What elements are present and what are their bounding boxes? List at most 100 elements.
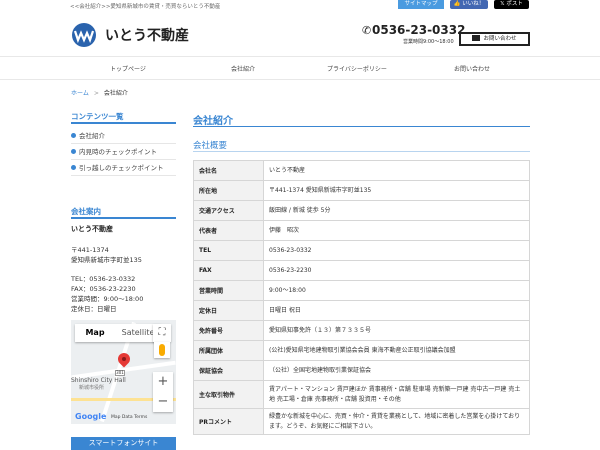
sidebar-item-company[interactable]: 会社紹介	[71, 128, 176, 144]
table-row: 会社名 いとう不動産	[193, 160, 530, 181]
zoom-control: + −	[153, 372, 173, 412]
info-address: 愛知県新城市字町並135	[71, 256, 142, 264]
row-key: 営業時間	[193, 280, 264, 301]
post-label: ポスト	[506, 1, 523, 7]
street-view-pegman-icon[interactable]	[154, 342, 170, 358]
row-key: TEL	[193, 240, 264, 261]
table-row: 営業時間 9:00～18:00	[193, 280, 530, 301]
row-value: 愛知県知事免許（１３）第７３３５号	[263, 320, 530, 341]
google-map[interactable]: Shinshiro City Hall 新城市役所 301 Map Satell…	[71, 320, 176, 424]
table-row: 定休日 日曜日 祝日	[193, 300, 530, 321]
contents-list-title: コンテンツ一覧	[71, 112, 124, 121]
route-shield: 301	[115, 370, 125, 376]
google-logo: Google	[75, 412, 107, 421]
row-key: 会社名	[193, 160, 264, 181]
table-row: 保証協会 （公社）全国宅地建物取引業保証協会	[193, 360, 530, 381]
row-value: 0536-23-2230	[263, 260, 530, 281]
row-key: 所属団体	[193, 340, 264, 361]
sidebar-item-viewing-checkpoints[interactable]: 内見時のチェックポイント	[71, 144, 176, 160]
section-title-underline	[193, 151, 530, 152]
row-value: 9:00～18:00	[263, 280, 530, 301]
row-key: PRコメント	[193, 408, 264, 435]
map-place-label: Shinshiro City Hall	[71, 377, 126, 384]
sidebar-item-label: 会社紹介	[79, 132, 105, 140]
row-key: 交通アクセス	[193, 200, 264, 221]
company-profile-table: 会社名 いとう不動産 所在地 〒441-1374 愛知県新城市字町並135 交通アク…	[193, 160, 530, 435]
row-key: 定休日	[193, 300, 264, 321]
fullscreen-icon[interactable]: ⛶	[153, 324, 171, 342]
company-name[interactable]: いとう不動産	[105, 25, 189, 45]
row-value: 飯田線 / 新城 徒歩 5分	[263, 200, 530, 221]
table-row: 所属団体 (公社)愛知県宅地建物取引業協会会員 東海不動産公正取引協議会加盟	[193, 340, 530, 361]
table-row: 交通アクセス 飯田線 / 新城 徒歩 5分	[193, 200, 530, 221]
row-value: いとう不動産	[263, 160, 530, 181]
contact-label: お問い合わせ	[483, 36, 517, 42]
section-title: 会社概要	[193, 141, 228, 151]
nav-item-company[interactable]: 会社紹介	[231, 64, 255, 73]
bullet-icon	[71, 149, 76, 154]
row-value: 緑豊かな新城を中心に、売買・仲介・賃貸を業務として、地域に密着した営業を心掛けて…	[263, 408, 530, 435]
like-label: いいね！	[462, 1, 485, 7]
sidebar-item-label: 内見時のチェックポイント	[79, 148, 157, 156]
company-logo-icon[interactable]	[71, 22, 97, 48]
table-row: FAX 0536-23-2230	[193, 260, 530, 281]
row-value: 賃アパート・マンション 賃戸建ほか 賃事務所・店舗 駐車場 売新築一戸建 売中古…	[263, 380, 530, 409]
info-holiday: 定休日：日曜日	[71, 305, 117, 313]
row-key: 保証協会	[193, 360, 264, 381]
contact-button[interactable]: お問い合わせ	[459, 32, 530, 46]
mail-icon	[472, 35, 481, 41]
company-info-underline	[71, 217, 176, 219]
row-key: 所在地	[193, 180, 264, 201]
map-place-label-jp: 新城市役所	[79, 385, 105, 391]
row-key: 免許番号	[193, 320, 264, 341]
company-info-title: 会社案内	[71, 207, 101, 216]
breadcrumb-separator: >	[93, 90, 99, 97]
table-row: 所在地 〒441-1374 愛知県新城市字町並135	[193, 180, 530, 201]
row-value: 伊藤 昭次	[263, 220, 530, 241]
smartphone-site-button[interactable]: スマートフォンサイト	[71, 437, 176, 450]
row-key: 代表者	[193, 220, 264, 241]
top-bar: <<会社紹介>>愛知県新城市の賃貸・売買ならいとう不動産 サイトマップ 👍 いい…	[0, 0, 600, 12]
global-nav: トップページ 会社紹介 プライバシーポリシー お問い合わせ	[0, 56, 600, 80]
breadcrumb: ホーム > 会社紹介	[71, 88, 128, 97]
bullet-icon	[71, 165, 76, 170]
page-title: 会社紹介	[193, 116, 233, 127]
map-tab[interactable]: Map	[75, 324, 115, 342]
table-row: 主な取引物件 賃アパート・マンション 賃戸建ほか 賃事務所・店舗 駐車場 売新築一…	[193, 380, 530, 409]
nav-item-contact[interactable]: お問い合わせ	[454, 64, 490, 73]
sidebar-item-label: 引っ越しのチェックポイント	[79, 164, 164, 172]
nav-item-top[interactable]: トップページ	[110, 64, 146, 73]
sidebar-item-moving-checkpoints[interactable]: 引っ越しのチェックポイント	[71, 160, 176, 176]
contents-title-underline	[71, 122, 176, 124]
row-value: （公社）全国宅地建物取引業保証協会	[263, 360, 530, 381]
facebook-like-button[interactable]: 👍 いいね！	[450, 0, 488, 9]
map-attribution[interactable]: Map Data Terms	[111, 415, 147, 420]
info-company-name: いとう不動産	[71, 225, 113, 233]
row-value: 日曜日 祝日	[263, 300, 530, 321]
table-row: 免許番号 愛知県知事免許（１３）第７３３５号	[193, 320, 530, 341]
site-tagline: <<会社紹介>>愛知県新城市の賃貸・売買ならいとう不動産	[70, 4, 221, 10]
table-row: PRコメント 緑豊かな新城を中心に、売買・仲介・賃貸を業務として、地域に密着した営…	[193, 408, 530, 435]
business-hours: 営業時間9:00～18:00	[403, 39, 454, 45]
x-post-button[interactable]: 𝕏 ポスト	[494, 0, 529, 9]
row-value: (公社)愛知県宅地建物取引業協会会員 東海不動産公正取引協議会加盟	[263, 340, 530, 361]
info-zip: 〒441-1374	[71, 246, 109, 254]
table-row: TEL 0536-23-0332	[193, 240, 530, 261]
row-value: 〒441-1374 愛知県新城市字町並135	[263, 180, 530, 201]
info-tel: TEL：0536-23-0332	[71, 275, 136, 283]
phone-block: ✆0536-23-0332	[362, 23, 465, 37]
row-key: FAX	[193, 260, 264, 281]
row-key: 主な取引物件	[193, 380, 264, 409]
zoom-in-icon[interactable]: +	[153, 372, 173, 392]
page-title-underline	[193, 126, 530, 127]
x-logo-icon: 𝕏	[500, 1, 505, 7]
breadcrumb-home[interactable]: ホーム	[71, 90, 89, 97]
map-pin-center	[122, 357, 126, 361]
sitemap-button[interactable]: サイトマップ	[398, 0, 444, 9]
phone-icon: ✆	[362, 24, 372, 37]
zoom-out-icon[interactable]: −	[153, 392, 173, 412]
breadcrumb-current: 会社紹介	[103, 90, 128, 97]
bullet-icon	[71, 133, 76, 138]
phone-number: 0536-23-0332	[372, 23, 466, 37]
nav-item-privacy[interactable]: プライバシーポリシー	[327, 64, 387, 73]
